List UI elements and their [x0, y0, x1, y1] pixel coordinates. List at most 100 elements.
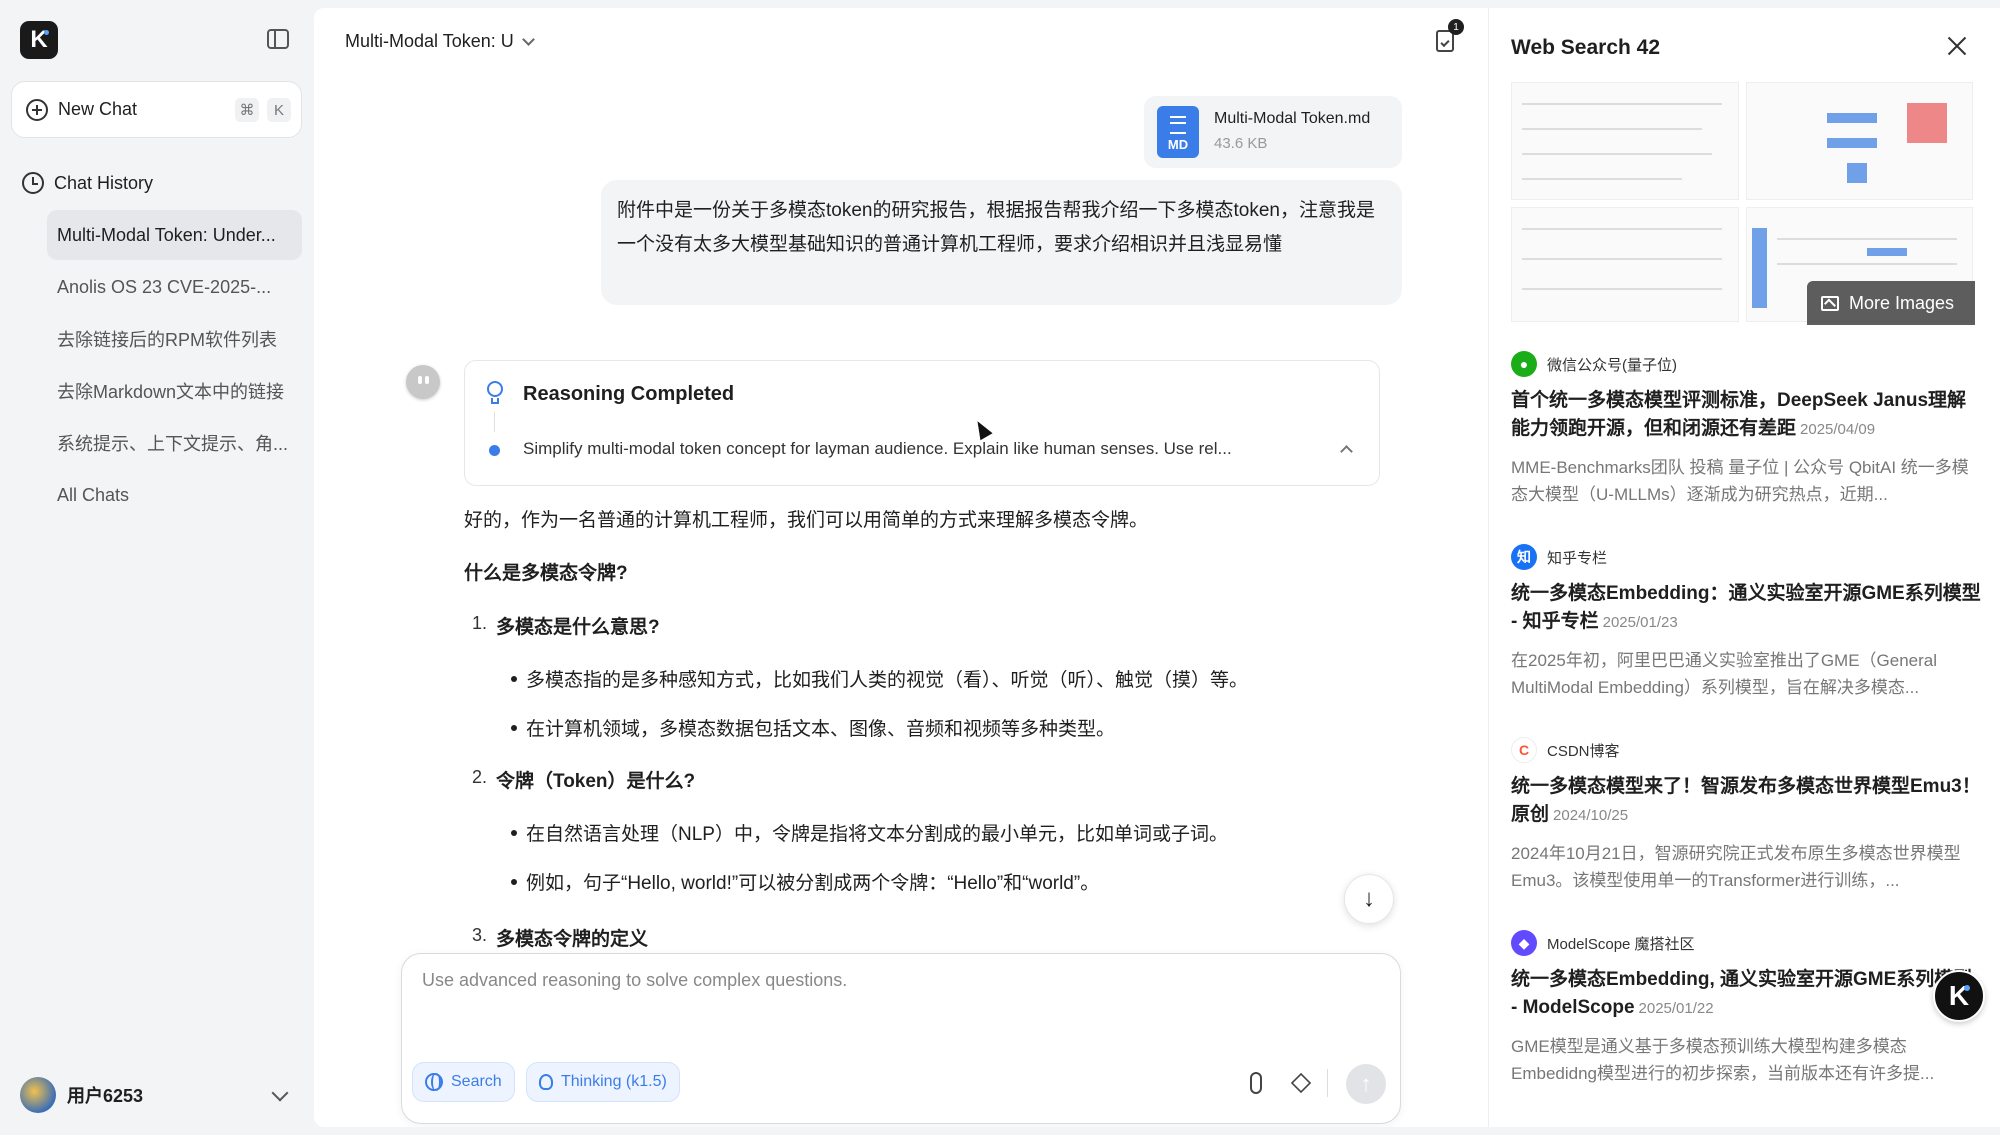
- sidebar-toggle-icon[interactable]: [267, 29, 289, 49]
- floating-assistant-button[interactable]: K: [1933, 970, 1985, 1022]
- zhihu-icon: 知: [1511, 544, 1537, 570]
- bullet: [511, 676, 517, 682]
- attachment-size: 43.6 KB: [1214, 135, 1268, 152]
- web-search-title: Web Search 42: [1511, 36, 1661, 59]
- section-3-title: 多模态令牌的定义: [496, 929, 649, 950]
- chat-history-label: Chat History: [54, 172, 154, 193]
- cmd-key-hint: ⌘: [235, 98, 259, 122]
- avatar: [20, 1077, 56, 1113]
- result-date: 2024/10/25: [1553, 807, 1629, 824]
- image-results: More Images: [1511, 82, 1975, 325]
- section-2-bullet-1: 在自然语言处理（NLP）中，令牌是指将文本分割成的最小单元，比如单词或子词。: [526, 824, 1228, 845]
- clock-icon: [22, 172, 44, 194]
- scroll-to-bottom-button[interactable]: ↓: [1344, 874, 1394, 924]
- list-number: 2.: [472, 767, 488, 787]
- bullet: [511, 879, 517, 885]
- user-menu[interactable]: 用户6253: [20, 1076, 290, 1114]
- more-images-button[interactable]: More Images: [1807, 281, 1975, 325]
- arrow-up-icon: ↑: [1360, 1071, 1372, 1096]
- thinking-toggle[interactable]: Thinking (k1.5): [526, 1062, 680, 1102]
- web-search-panel: Web Search 42 More Images ● 微信公众号(量子位) 首…: [1488, 8, 2000, 1127]
- csdn-icon: C: [1511, 737, 1537, 763]
- more-images-label: More Images: [1849, 292, 1955, 313]
- markdown-file-icon: MD: [1157, 106, 1199, 158]
- answer-heading: 什么是多模态令牌?: [464, 563, 628, 584]
- result-source: ModelScope 魔搭社区: [1547, 935, 1695, 953]
- section-2-title: 令牌（Token）是什么?: [496, 771, 696, 792]
- composer: Search Thinking (k1.5) ↑: [401, 953, 1401, 1124]
- history-item-anolis[interactable]: Anolis OS 23 CVE-2025-...: [47, 262, 302, 312]
- chat-panel: Multi-Modal Token: U 1 MD Multi-Modal To…: [314, 8, 1488, 1127]
- divider: [1327, 1069, 1328, 1097]
- new-chat-label: New Chat: [58, 99, 138, 119]
- user-name: 用户6253: [67, 1086, 144, 1106]
- search-toggle-label: Search: [451, 1073, 502, 1090]
- lightbulb-icon: [539, 1074, 553, 1090]
- plus-circle-icon: [26, 99, 48, 121]
- image-thumbnail[interactable]: [1746, 82, 1973, 200]
- result-title: 统一多模态Embedding, 通义实验室开源GME系列模型 - ModelSc…: [1511, 969, 1973, 1018]
- section-1-title: 多模态是什么意思?: [496, 617, 660, 638]
- cube-icon[interactable]: [1290, 1072, 1312, 1094]
- bullet: [511, 830, 517, 836]
- result-title: 首个统一多模态模型评测标准，DeepSeek Janus理解能力领跑开源，但和闭…: [1511, 390, 1967, 439]
- paperclip-icon[interactable]: [1250, 1072, 1262, 1094]
- list-number: 1.: [472, 613, 488, 633]
- timeline-line: [494, 412, 495, 432]
- timeline-dot: [489, 445, 500, 456]
- section-1-bullet-1: 多模态指的是多种感知方式，比如我们人类的视觉（看）、听觉（听）、触觉（摸）等。: [526, 670, 1249, 691]
- reasoning-summary: Simplify multi-modal token concept for l…: [523, 439, 1232, 458]
- reasoning-title: Reasoning Completed: [523, 383, 735, 405]
- chat-history-header[interactable]: Chat History: [22, 172, 153, 194]
- all-chats-link[interactable]: All Chats: [47, 470, 302, 520]
- chevron-down-icon: [271, 1084, 289, 1102]
- history-item-multimodal[interactable]: Multi-Modal Token: Under...: [47, 210, 302, 260]
- history-item-markdown[interactable]: 去除Markdown文本中的链接: [47, 366, 302, 416]
- chat-title-dropdown[interactable]: Multi-Modal Token: U: [345, 31, 535, 52]
- assistant-avatar: [406, 365, 440, 399]
- search-result[interactable]: ● 微信公众号(量子位) 首个统一多模态模型评测标准，DeepSeek Janu…: [1511, 351, 1981, 508]
- thinking-toggle-label: Thinking (k1.5): [561, 1073, 667, 1090]
- modelscope-icon: ◆: [1511, 930, 1537, 956]
- result-snippet: 2024年10月21日，智源研究院正式发布原生多模态世界模型Emu3。该模型使用…: [1511, 844, 1961, 890]
- arrow-down-icon: ↓: [1363, 885, 1375, 912]
- new-chat-button[interactable]: New Chat ⌘ K: [11, 81, 302, 138]
- globe-icon: [425, 1073, 443, 1091]
- list-number: 3.: [472, 925, 488, 945]
- attachment-card[interactable]: MD Multi-Modal Token.md 43.6 KB: [1144, 96, 1402, 168]
- history-item-rpm[interactable]: 去除链接后的RPM软件列表: [47, 314, 302, 364]
- kimi-logo[interactable]: K: [20, 21, 58, 59]
- search-toggle[interactable]: Search: [412, 1062, 515, 1102]
- reasoning-panel[interactable]: Reasoning Completed Simplify multi-modal…: [464, 360, 1380, 486]
- result-source: CSDN博客: [1547, 742, 1620, 760]
- search-result[interactable]: C CSDN博客 统一多模态模型来了！智源发布多模态世界模型Emu3！ 原创 20…: [1511, 737, 1981, 894]
- result-source: 微信公众号(量子位): [1547, 356, 1677, 374]
- image-icon: [1821, 295, 1839, 311]
- result-date: 2025/04/09: [1800, 421, 1876, 438]
- result-snippet: MME-Benchmarks团队 投稿 量子位 | 公众号 QbitAI 统一多…: [1511, 458, 1969, 504]
- chevron-down-icon: [521, 32, 535, 46]
- chat-title: Multi-Modal Token: U: [345, 31, 514, 51]
- search-result[interactable]: 知 知乎专栏 统一多模态Embedding：通义实验室开源GME系列模型 - 知…: [1511, 544, 1981, 701]
- send-button[interactable]: ↑: [1346, 1064, 1386, 1104]
- close-icon[interactable]: [1945, 34, 1969, 58]
- result-date: 2025/01/22: [1638, 1000, 1714, 1017]
- user-message: 附件中是一份关于多模态token的研究报告，根据报告帮我介绍一下多模态token…: [601, 180, 1402, 305]
- result-date: 2025/01/23: [1602, 614, 1678, 631]
- result-source: 知乎专栏: [1547, 549, 1608, 567]
- result-snippet: GME模型是通义基于多模态预训练大模型构建多模态Embedidng模型进行的初步…: [1511, 1037, 1935, 1083]
- attachment-name: Multi-Modal Token.md: [1214, 110, 1371, 127]
- search-result[interactable]: ◆ ModelScope 魔搭社区 统一多模态Embedding, 通义实验室开…: [1511, 930, 1981, 1087]
- wechat-icon: ●: [1511, 351, 1537, 377]
- message-input[interactable]: [422, 970, 1362, 1030]
- result-title: 统一多模态Embedding：通义实验室开源GME系列模型 - 知乎专栏: [1511, 583, 1981, 632]
- answer-intro: 好的，作为一名普通的计算机工程师，我们可以用简单的方式来理解多模态令牌。: [464, 510, 1149, 531]
- result-snippet: 在2025年初，阿里巴巴通义实验室推出了GME（General MultiMod…: [1511, 651, 1938, 697]
- sidebar: K New Chat ⌘ K Chat History Multi-Modal …: [0, 0, 314, 1135]
- image-thumbnail[interactable]: [1511, 82, 1739, 200]
- section-1-bullet-2: 在计算机领域，多模态数据包括文本、图像、音频和视频等多种类型。: [526, 719, 1116, 740]
- k-key-hint: K: [267, 98, 291, 122]
- lightbulb-icon: [485, 381, 505, 405]
- history-item-prompts[interactable]: 系统提示、上下文提示、角...: [47, 418, 302, 468]
- image-thumbnail[interactable]: [1511, 207, 1739, 322]
